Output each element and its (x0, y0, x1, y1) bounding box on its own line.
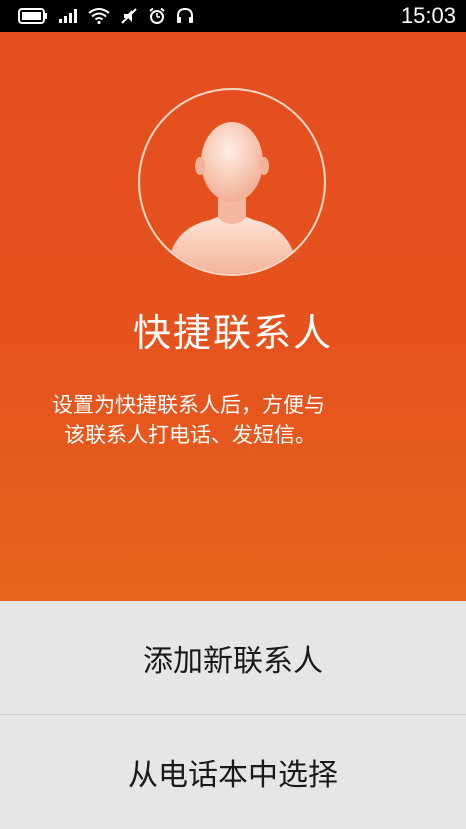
headset-icon (176, 7, 194, 25)
choose-from-phonebook-button[interactable]: 从电话本中选择 (0, 715, 466, 828)
description-line-1: 设置为快捷联系人后，方便与 (52, 393, 325, 417)
wifi-icon (88, 8, 110, 24)
add-new-contact-button[interactable]: 添加新联系人 (0, 601, 466, 714)
description-line-2: 该联系人打电话、发短信。 (64, 423, 316, 447)
status-time: 15:03 (400, 3, 456, 28)
person-silhouette-icon (166, 122, 298, 274)
action-list: 添加新联系人 从电话本中选择 (0, 601, 466, 829)
status-bar: 15:03 (0, 0, 466, 32)
quick-contact-hero: 快捷联系人 设置为快捷联系人后，方便与 该联系人打电话、发短信。 (0, 32, 466, 601)
mute-icon (120, 7, 138, 25)
page-title: 快捷联系人 (132, 311, 333, 355)
signal-icon (58, 8, 78, 24)
battery-icon (18, 8, 48, 24)
status-icons (18, 7, 194, 25)
avatar (138, 88, 326, 276)
alarm-icon (148, 7, 166, 25)
description: 设置为快捷联系人后，方便与 该联系人打电话、发短信。 (52, 390, 414, 450)
